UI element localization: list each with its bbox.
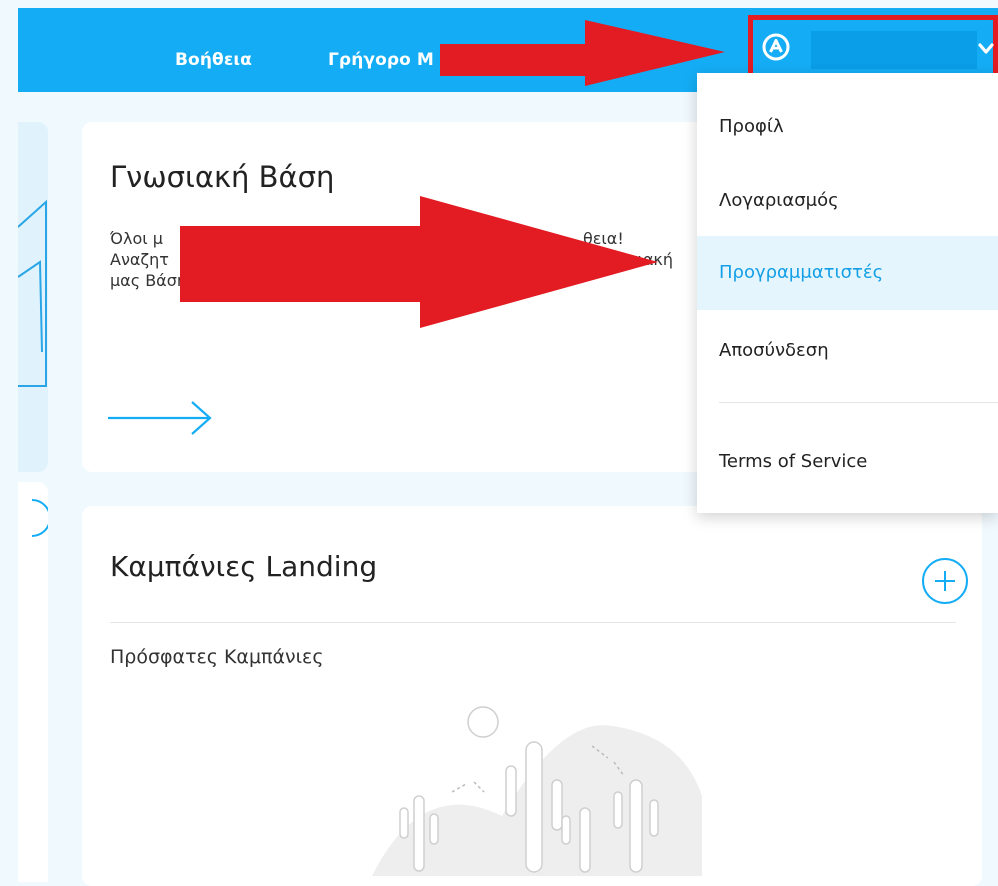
menu-divider [719, 402, 998, 403]
side-card-partial-lower [18, 482, 51, 882]
landing-campaigns-title: Καμπάνιες Landing [110, 550, 378, 583]
menu-item-developers[interactable]: Προγραμματιστές [697, 236, 998, 310]
side-card-illustration [17, 199, 47, 387]
side-card-partial [17, 122, 48, 472]
menu-item-account[interactable]: Λογαριασμός [697, 164, 998, 238]
account-circle-icon [762, 33, 790, 61]
kb-line-3: μας Βάση. [110, 271, 193, 290]
landing-campaigns-card: Καμπάνιες Landing Πρόσφατες Καμπάνιες [82, 506, 982, 886]
knowledge-base-title: Γνωσιακή Βάση [110, 160, 335, 194]
user-name-redacted [811, 31, 977, 69]
arrow-right-icon[interactable] [106, 392, 216, 442]
nav-link-quick[interactable]: Γρήγορο Μ [328, 50, 434, 70]
kb-line-1: Όλοι μ θεια! [110, 229, 624, 248]
kb-line-2: Αναζητ ωσιακή [110, 250, 673, 269]
menu-item-logout[interactable]: Αποσύνδεση [697, 314, 998, 388]
desert-cactus-illustration [372, 706, 702, 876]
menu-item-profile[interactable]: Προφίλ [697, 90, 998, 164]
menu-item-terms[interactable]: Terms of Service [697, 425, 998, 499]
nav-link-help[interactable]: Βοήθεια [175, 50, 252, 70]
circle-icon-partial [31, 499, 51, 537]
knowledge-base-description: Όλοι μ θεια! Αναζητ ωσιακή μας Βάση. [110, 228, 710, 291]
chevron-down-icon [978, 43, 994, 54]
landing-divider [110, 622, 956, 623]
plus-circle-icon[interactable] [920, 556, 970, 606]
recent-campaigns-label: Πρόσφατες Καμπάνιες [110, 646, 324, 668]
user-dropdown-menu: Προφίλ Λογαριασμός Προγραμματιστές Αποσύ… [697, 73, 998, 513]
